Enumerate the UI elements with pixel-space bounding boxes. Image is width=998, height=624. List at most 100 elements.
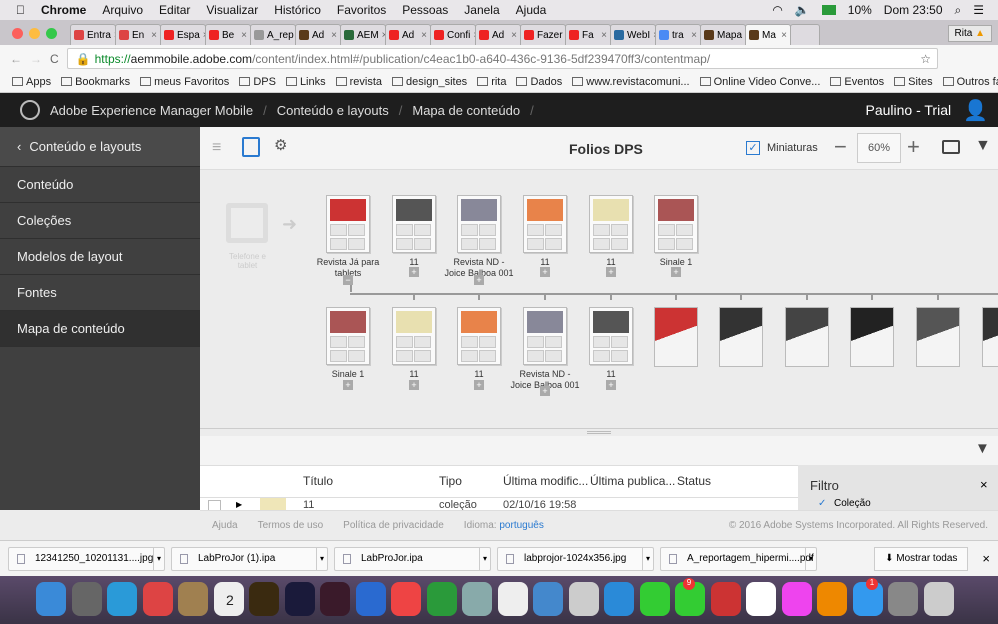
download-item[interactable]: A_reportagem_hipermi....pdf — [660, 546, 817, 571]
dock-app-icon[interactable] — [923, 582, 954, 616]
collection-thumbnail[interactable] — [523, 195, 567, 253]
reload-icon[interactable]: C — [50, 52, 59, 66]
wifi-icon[interactable]: ◠ — [772, 3, 782, 17]
product-name[interactable]: Adobe Experience Manager Mobile — [50, 103, 253, 118]
browser-tab[interactable]: Ad × — [385, 24, 431, 45]
battery-text[interactable]: 10% — [848, 3, 872, 17]
collapse-icon[interactable]: − — [343, 275, 353, 285]
adobe-logo-icon[interactable] — [20, 100, 40, 120]
url-input[interactable]: 🔒 https://aemmobile.adobe.com/content/ind… — [66, 48, 938, 69]
article-thumbnail[interactable] — [785, 307, 829, 367]
col-published[interactable]: Última publica... — [590, 474, 677, 488]
sidebar-item[interactable]: Conteúdo — [0, 167, 200, 203]
collection-thumbnail[interactable] — [392, 195, 436, 253]
filter-icon-lower[interactable]: ▼ — [975, 440, 990, 457]
expand-icon[interactable]: + — [474, 275, 484, 285]
device-view-icon[interactable] — [242, 137, 260, 157]
bookmark-item[interactable]: Sites — [894, 76, 933, 88]
browser-tab[interactable]: Ma × — [745, 24, 791, 45]
download-item[interactable]: LabProJor.ipa — [334, 546, 491, 571]
user-name[interactable]: Paulino - Trial — [866, 102, 952, 118]
browser-tab[interactable]: Ad × — [475, 24, 521, 45]
tab-close-icon[interactable]: × — [511, 30, 517, 41]
breadcrumb-map[interactable]: Mapa de conteúdo — [412, 103, 520, 118]
expand-icon[interactable]: + — [540, 386, 550, 396]
browser-tab[interactable]: Confi× — [430, 24, 476, 45]
dock-app-icon[interactable] — [533, 582, 563, 616]
zoom-level-field[interactable]: 60% — [857, 133, 901, 163]
expand-icon[interactable]: ▶ — [236, 500, 242, 509]
minimize-window-button[interactable] — [29, 28, 40, 39]
browser-tab[interactable]: Mapa× — [700, 24, 746, 45]
sidebar-item[interactable]: Fontes — [0, 275, 200, 311]
article-thumbnail[interactable] — [719, 307, 763, 367]
dock-app-icon[interactable] — [36, 582, 66, 616]
browser-tab[interactable]: Espa× — [160, 24, 206, 45]
menu-item[interactable]: Visualizar — [206, 3, 258, 17]
dock-app-icon[interactable] — [497, 582, 528, 616]
breadcrumb-content[interactable]: Conteúdo e layouts — [277, 103, 389, 118]
dock-app-icon[interactable] — [710, 582, 741, 616]
dock-app-icon[interactable] — [639, 582, 670, 616]
collection-thumbnail[interactable] — [654, 195, 698, 253]
col-modified[interactable]: Última modific... — [503, 474, 590, 488]
footer-privacy[interactable]: Política de privacidade — [343, 520, 444, 531]
bookmark-item[interactable]: Eventos — [830, 76, 884, 88]
resize-handle[interactable] — [200, 428, 998, 436]
tab-close-icon[interactable]: × — [601, 30, 607, 41]
browser-tab[interactable]: Be × — [205, 24, 251, 45]
tab-close-icon[interactable]: × — [421, 30, 427, 41]
zoom-window-button[interactable] — [46, 28, 57, 39]
dock-app-icon[interactable] — [462, 582, 492, 616]
download-item[interactable]: 12341250_10201131....jpg — [8, 546, 165, 571]
close-downloads-icon[interactable]: × — [982, 551, 990, 566]
dock-app-icon[interactable] — [71, 582, 102, 616]
zoom-out-button[interactable]: − — [834, 134, 847, 160]
collection-thumbnail[interactable] — [457, 195, 501, 253]
download-item[interactable]: labprojor-1024x356.jpg — [497, 546, 654, 571]
forward-icon[interactable]: → — [30, 52, 42, 66]
tab-close-icon[interactable]: × — [151, 30, 157, 41]
browser-tab[interactable]: A_rep× — [250, 24, 296, 45]
article-thumbnail[interactable] — [982, 307, 998, 367]
browser-tab[interactable]: En × — [115, 24, 161, 45]
dock-app-icon[interactable] — [604, 582, 634, 616]
settings-icon[interactable]: ⚙ — [274, 136, 287, 154]
show-all-button[interactable]: ⬇ Mostrar todas — [874, 546, 969, 571]
language-link[interactable]: português — [499, 520, 543, 531]
other-bookmarks[interactable]: Outros favoritos — [942, 76, 998, 88]
filter-close-icon[interactable]: × — [980, 477, 988, 492]
clock[interactable]: Dom 23:50 — [884, 3, 943, 17]
menu-icon[interactable]: ≡ — [212, 139, 221, 157]
dock-app-icon[interactable] — [568, 582, 599, 616]
collection-thumbnail[interactable] — [457, 307, 501, 365]
dock-app-icon[interactable] — [355, 582, 386, 616]
dock-app-icon[interactable] — [888, 582, 918, 616]
expand-icon[interactable]: + — [409, 267, 419, 277]
expand-icon[interactable]: + — [474, 380, 484, 390]
dock-app-icon[interactable] — [107, 582, 137, 616]
download-item[interactable]: LabProJor (1).ipa — [171, 546, 328, 571]
zoom-in-button[interactable]: + — [907, 134, 920, 160]
bookmark-item[interactable]: www.revistacomuni... — [572, 76, 690, 88]
expand-icon[interactable]: + — [606, 380, 616, 390]
bookmark-item[interactable]: Dados — [516, 76, 562, 88]
article-thumbnail[interactable] — [916, 307, 960, 367]
bookmark-item[interactable]: DPS — [239, 76, 276, 88]
sidebar-item[interactable]: Coleções — [0, 203, 200, 239]
menu-item[interactable]: Favoritos — [337, 3, 386, 17]
dock-app-icon[interactable] — [391, 582, 421, 616]
menu-item[interactable]: Pessoas — [402, 3, 448, 17]
apple-icon[interactable]:  — [16, 3, 25, 17]
collection-thumbnail[interactable] — [589, 307, 633, 365]
tab-close-icon[interactable]: × — [241, 30, 247, 41]
footer-help[interactable]: Ajuda — [212, 520, 238, 531]
dock-app-icon[interactable] — [320, 582, 350, 616]
flag-icon[interactable] — [821, 5, 836, 15]
dock-app-icon[interactable] — [781, 582, 812, 616]
collection-thumbnail[interactable] — [589, 195, 633, 253]
filter-icon[interactable]: ▼ — [975, 137, 991, 155]
tab-close-icon[interactable]: × — [331, 30, 337, 41]
tab-close-icon[interactable]: × — [781, 30, 787, 41]
expand-icon[interactable]: + — [671, 267, 681, 277]
